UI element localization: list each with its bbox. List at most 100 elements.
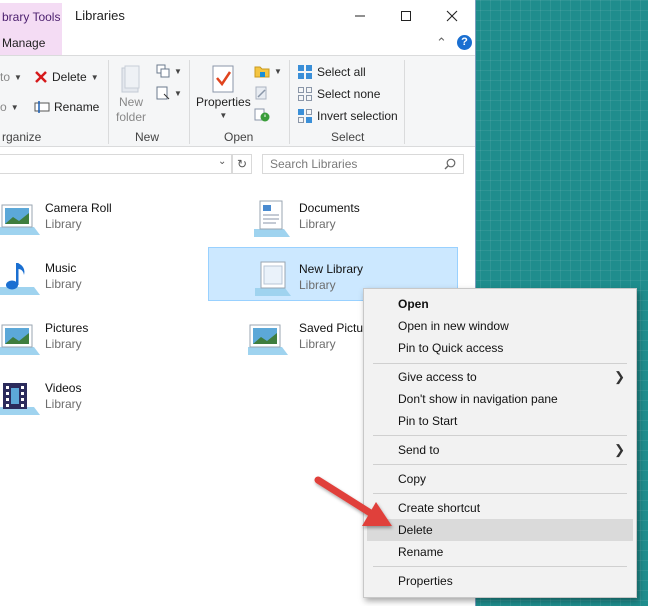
refresh-button[interactable]: ↻ [232,154,252,174]
library-item-camera-roll[interactable]: Camera Roll Library [0,193,250,247]
library-type: Library [45,217,82,231]
menu-separator [373,435,627,436]
help-icon[interactable]: ? [457,35,472,50]
documents-library-icon [254,200,290,237]
ribbon: to ▼ o ▼ Delete ▼ Rename rganize New fol… [0,55,475,147]
open-button[interactable]: ▼ [254,64,282,78]
menu-item-create-shortcut[interactable]: Create shortcut [367,497,633,519]
library-item-pictures[interactable]: Pictures Library [0,313,250,367]
library-name: Camera Roll [45,201,112,215]
library-name: New Library [299,262,364,276]
menu-item-open[interactable]: Open [367,293,633,315]
easy-access-icon [156,86,170,100]
clipboard-partial-button[interactable]: to ▼ [0,70,22,84]
menu-separator [373,493,627,494]
annotation-arrow-icon [314,476,392,526]
menu-item-give-access[interactable]: Give access to ❯ [367,366,633,388]
collapse-ribbon-icon[interactable]: ⌃ [436,35,447,51]
menu-separator [373,363,627,364]
clipboard-partial-label: to [0,70,11,84]
library-type: Library [45,337,82,351]
tab-manage[interactable]: Manage [0,31,62,55]
library-item-documents[interactable]: Documents Library [254,193,504,247]
maximize-button[interactable] [383,0,429,31]
library-name: Saved Pictur [299,321,368,335]
delete-button[interactable]: Delete ▼ [34,70,99,84]
address-bar[interactable] [0,154,232,174]
clipboard-partial-label-2: o [0,100,7,114]
rename-button[interactable]: Rename [34,100,99,114]
context-menu: Open Open in new window Pin to Quick acc… [363,288,637,598]
edit-icon [255,86,267,100]
open-folder-icon [254,66,270,78]
invert-selection-icon [298,109,312,123]
select-all-label: Select all [317,65,366,79]
refresh-icon: ↻ [236,157,248,171]
library-name: Music [45,261,77,275]
open-group-label: Open [224,130,254,144]
properties-button[interactable]: Properties ▼ [196,64,251,120]
library-type: Library [299,217,336,231]
menu-item-delete[interactable]: Delete [367,519,633,541]
ribbon-separator [289,60,290,144]
library-item-videos[interactable]: Videos Library [0,373,250,427]
delete-label: Delete [52,70,87,84]
address-dropdown-icon[interactable]: ⌄ [218,156,226,167]
search-icon [444,158,456,170]
library-item-saved-pictures[interactable]: Saved Pictur Library [248,313,368,367]
select-all-button[interactable]: Select all [297,64,366,80]
chevron-down-icon: ▼ [90,72,99,82]
music-library-icon [0,263,40,295]
select-none-label: Select none [317,87,381,101]
invert-selection-label: Invert selection [317,109,398,123]
minimize-button[interactable] [337,0,383,31]
new-folder-icon [121,65,140,93]
delete-x-icon [35,71,47,83]
history-icon [254,108,270,122]
menu-item-dont-show[interactable]: Don't show in navigation pane [367,388,633,410]
library-name: Videos [45,381,82,395]
easy-access-button[interactable]: ▼ [156,86,182,100]
menu-item-pin-start[interactable]: Pin to Start [367,410,633,432]
menu-item-open-new-window[interactable]: Open in new window [367,315,633,337]
menu-item-send-to[interactable]: Send to ❯ [367,439,633,461]
menu-item-copy[interactable]: Copy [367,468,633,490]
library-type: Library [299,278,336,292]
library-type: Library [45,397,82,411]
minimize-icon [355,15,365,16]
menu-item-pin-quick-access[interactable]: Pin to Quick access [367,337,633,359]
select-all-icon [298,65,312,79]
library-name: Pictures [45,321,89,335]
invert-selection-button[interactable]: Invert selection [297,108,398,124]
organize-group-label: rganize [2,130,42,144]
submenu-arrow-icon: ❯ [614,442,625,457]
library-tools-context-tab[interactable]: brary Tools [0,3,62,31]
new-folder-label-1: New [119,95,144,109]
menu-item-properties[interactable]: Properties [367,570,633,592]
select-none-button[interactable]: Select none [297,86,380,102]
history-button[interactable] [254,108,270,122]
new-group-label: New [135,130,160,144]
new-folder-button[interactable]: New folder [116,64,146,124]
generic-library-icon [255,261,291,296]
chevron-down-icon: ▼ [274,66,282,76]
close-button[interactable] [429,0,475,31]
properties-icon [212,65,234,93]
library-type: Library [299,337,336,351]
properties-label: Properties [196,95,251,109]
chevron-down-icon: ▼ [10,102,19,112]
select-group-label: Select [331,130,365,144]
pictures-library-icon [0,204,40,235]
menu-separator [373,566,627,567]
library-name: Documents [299,201,360,215]
ribbon-separator [189,60,190,144]
clipboard-partial-button-2[interactable]: o ▼ [0,100,19,114]
new-item-button[interactable]: ▼ [156,64,182,78]
edit-button[interactable] [254,86,268,100]
rename-icon [34,101,50,113]
pictures-library-icon [248,324,288,355]
menu-item-rename[interactable]: Rename [367,541,633,563]
chevron-down-icon: ▼ [219,111,228,120]
search-input[interactable]: Search Libraries [262,154,464,174]
chevron-down-icon: ▼ [174,66,182,76]
